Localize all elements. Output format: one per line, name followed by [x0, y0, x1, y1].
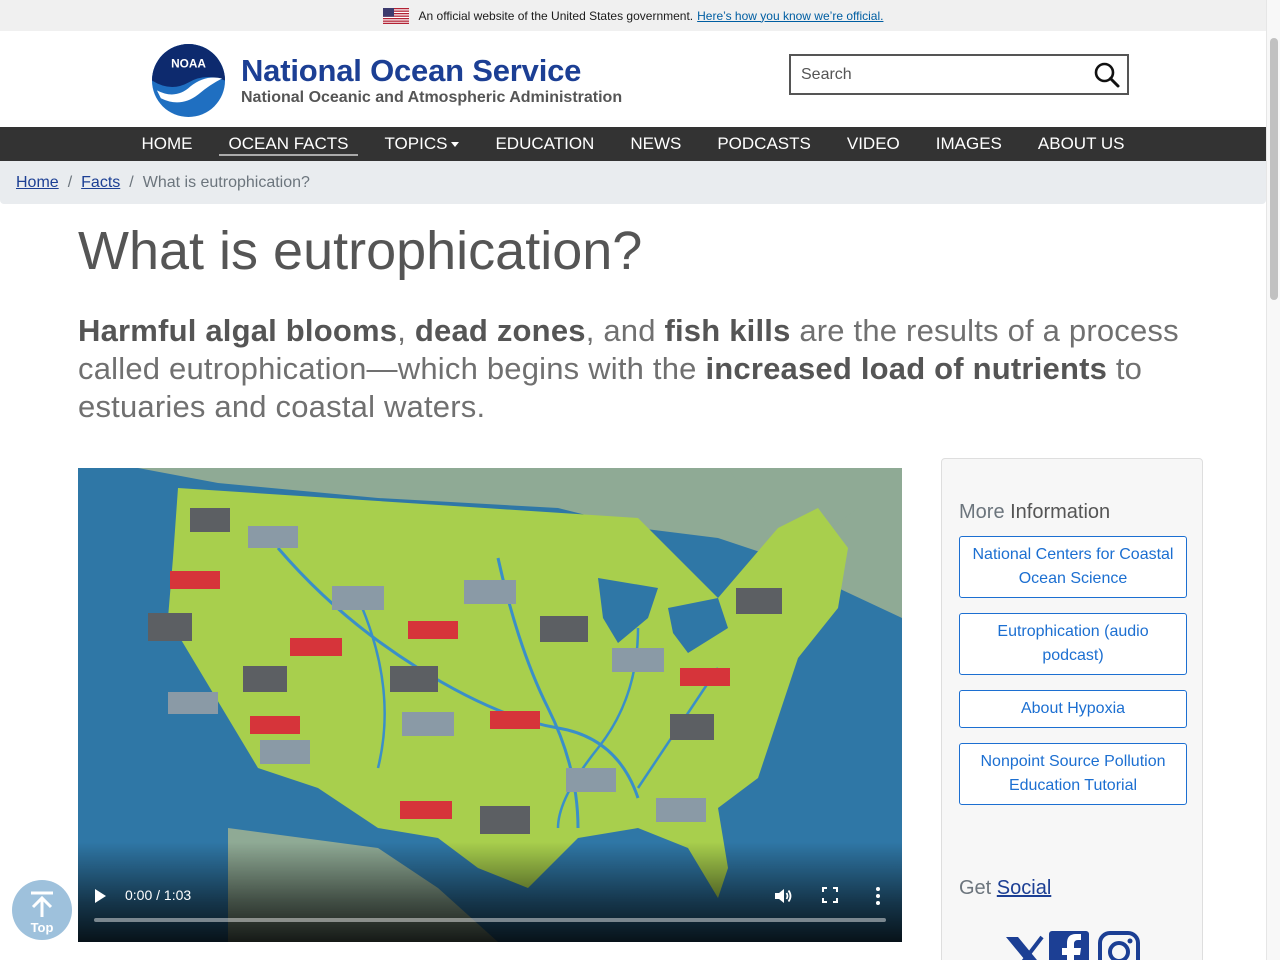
x-twitter-icon[interactable] — [1006, 935, 1046, 960]
sidebar-link-nonpoint-source-tutorial[interactable]: Nonpoint Source Pollution Education Tuto… — [959, 743, 1187, 805]
nav-item-video[interactable]: VIDEO — [829, 127, 918, 161]
search-input[interactable] — [791, 56, 1081, 93]
us-flag-icon — [382, 7, 409, 24]
sidebar-heading: More Information — [959, 501, 1110, 524]
play-icon[interactable] — [92, 888, 108, 904]
video-progress-bar[interactable] — [94, 918, 886, 922]
site-title[interactable]: National Ocean Service — [241, 53, 581, 89]
noaa-logo[interactable]: NOAA — [151, 43, 226, 118]
gov-banner-text: An official website of the United States… — [418, 8, 694, 23]
sidebar-more-information: More Information National Centers for Co… — [941, 458, 1203, 960]
breadcrumb: Home / Facts / What is eutrophication? — [0, 161, 1266, 204]
lead-paragraph: Harmful algal blooms, dead zones, and fi… — [78, 312, 1188, 426]
back-to-top-label: Top — [30, 920, 54, 935]
instagram-icon[interactable] — [1098, 931, 1140, 960]
page-scrollbar[interactable] — [1266, 0, 1280, 960]
social-heading: Get Social — [959, 877, 1051, 900]
breadcrumb-separator: / — [129, 173, 134, 191]
video-player[interactable]: 0:00 / 1:03 — [78, 468, 902, 942]
back-to-top-button[interactable]: Top — [12, 880, 72, 940]
sidebar-link-nccos[interactable]: National Centers for Coastal Ocean Scien… — [959, 536, 1187, 598]
gov-banner-link[interactable]: Here’s how you know we’re official. — [697, 9, 883, 23]
search-icon[interactable] — [1093, 61, 1121, 89]
search-box — [789, 54, 1129, 95]
site-header: NOAA National Ocean Service National Oce… — [0, 31, 1266, 127]
gov-banner: An official website of the United States… — [0, 0, 1266, 31]
fullscreen-icon[interactable] — [822, 887, 838, 903]
lead-bold-nutrients: increased load of nutrients — [705, 351, 1108, 386]
breadcrumb-home[interactable]: Home — [16, 174, 59, 192]
nav-item-ocean-facts[interactable]: OCEAN FACTS — [211, 127, 367, 161]
nav-item-home[interactable]: HOME — [124, 127, 211, 161]
sidebar-heading-pre: More — [959, 501, 1011, 523]
sidebar-heading-bold: Information — [1010, 501, 1111, 523]
social-heading-bold[interactable]: Social — [997, 877, 1051, 899]
sidebar-link-about-hypoxia[interactable]: About Hypoxia — [959, 690, 1187, 728]
lead-bold-fish-kills: fish kills — [664, 313, 791, 348]
social-icons — [1006, 931, 1140, 960]
noaa-logo-text: NOAA — [171, 57, 206, 71]
lead-bold-dead-zones: dead zones — [414, 313, 586, 348]
nav-item-news[interactable]: NEWS — [612, 127, 699, 161]
more-options-icon[interactable] — [874, 886, 882, 906]
breadcrumb-separator: / — [67, 173, 73, 191]
nav-item-topics-label: TOPICS — [384, 134, 448, 153]
nav-item-podcasts[interactable]: PODCASTS — [699, 127, 829, 161]
lead-text: , — [397, 313, 415, 348]
video-time: 0:00 / 1:03 — [125, 887, 192, 903]
lead-text: , and — [585, 313, 665, 348]
scrollbar-thumb[interactable] — [1270, 38, 1278, 300]
breadcrumb-current: What is eutrophication? — [142, 173, 310, 191]
video-controls: 0:00 / 1:03 — [78, 842, 902, 942]
social-heading-pre: Get — [959, 877, 997, 899]
site-subtitle: National Oceanic and Atmospheric Adminis… — [241, 89, 623, 106]
arrow-up-icon — [31, 891, 53, 917]
lead-bold-algal-blooms: Harmful algal blooms — [78, 313, 398, 348]
nav-item-education[interactable]: EDUCATION — [477, 127, 612, 161]
nav-item-images[interactable]: IMAGES — [918, 127, 1020, 161]
nav-item-topics[interactable]: TOPICS — [366, 127, 477, 161]
volume-icon[interactable] — [773, 886, 793, 906]
page-title: What is eutrophication? — [78, 221, 643, 281]
sidebar-link-eutrophication-podcast[interactable]: Eutrophication (audio podcast) — [959, 613, 1187, 675]
main-nav: HOME OCEAN FACTS TOPICS EDUCATION NEWS P… — [0, 127, 1266, 161]
breadcrumb-facts[interactable]: Facts — [81, 174, 120, 192]
nav-item-about-us[interactable]: ABOUT US — [1020, 127, 1143, 161]
caret-down-icon — [451, 142, 460, 148]
facebook-icon[interactable] — [1049, 931, 1089, 960]
